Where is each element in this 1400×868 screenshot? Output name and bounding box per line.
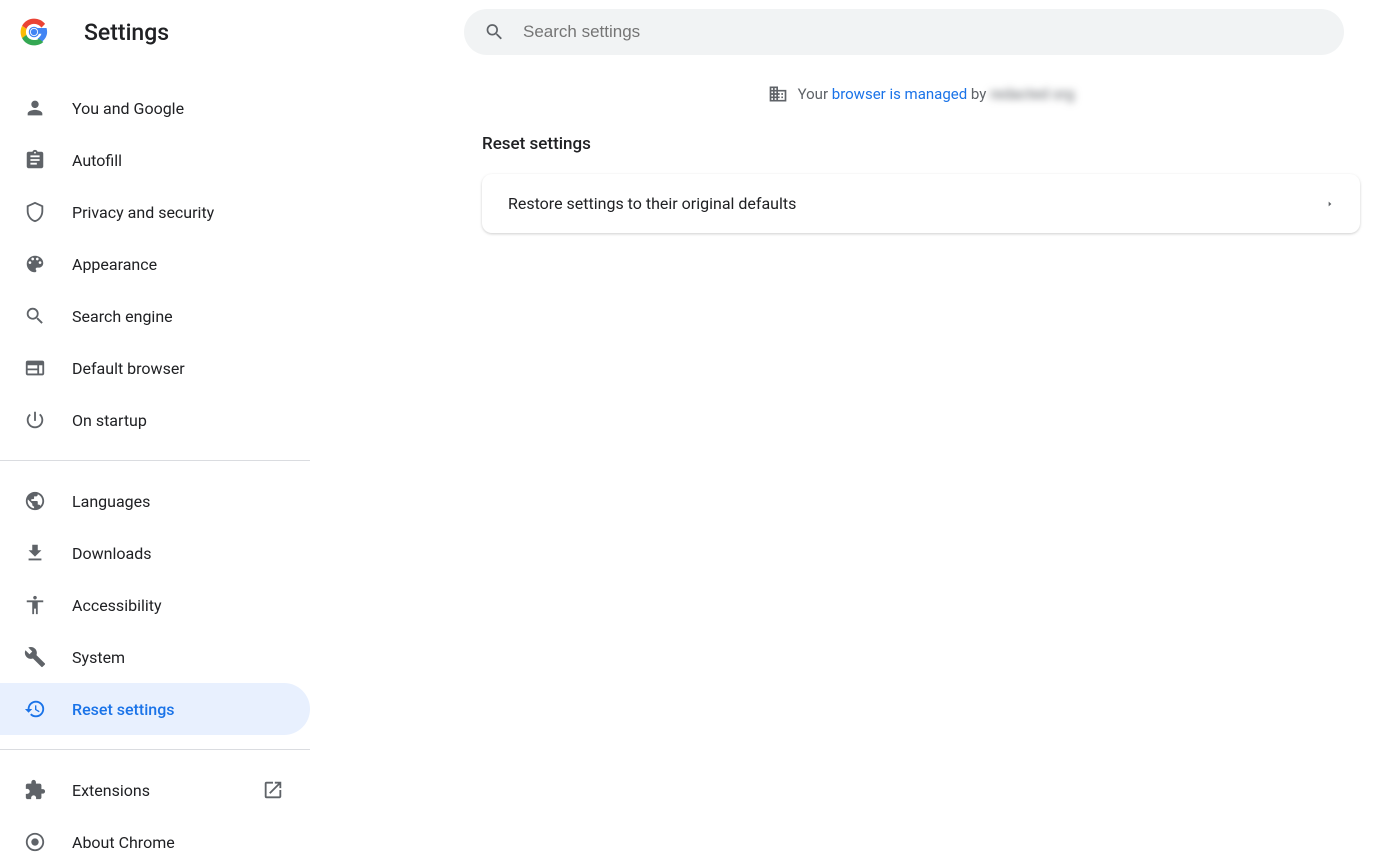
sidebar-item-label: Appearance xyxy=(72,255,157,274)
managed-org: redacted org xyxy=(990,85,1074,103)
palette-icon xyxy=(24,253,46,275)
sidebar-item-label: Languages xyxy=(72,492,150,511)
sidebar-item-default-browser[interactable]: Default browser xyxy=(0,342,310,394)
organization-icon xyxy=(768,84,788,104)
globe-icon xyxy=(24,490,46,512)
reset-icon xyxy=(24,698,46,720)
sidebar-item-label: Search engine xyxy=(72,307,173,326)
download-icon xyxy=(24,542,46,564)
search-icon xyxy=(24,305,46,327)
managed-prefix: Your xyxy=(798,85,832,103)
sidebar-item-autofill[interactable]: Autofill xyxy=(0,134,310,186)
sidebar-item-system[interactable]: System xyxy=(0,631,310,683)
sidebar-item-about-chrome[interactable]: About Chrome xyxy=(0,816,310,868)
accessibility-icon xyxy=(24,594,46,616)
sidebar-item-appearance[interactable]: Appearance xyxy=(0,238,310,290)
managed-link[interactable]: browser is managed xyxy=(832,85,967,103)
sidebar-item-label: Default browser xyxy=(72,359,185,378)
page-title: Settings xyxy=(84,19,464,46)
search-icon xyxy=(484,21,505,43)
reset-card: Restore settings to their original defau… xyxy=(482,174,1360,233)
sidebar-divider xyxy=(0,460,310,461)
search-container xyxy=(464,9,1344,55)
sidebar-item-label: System xyxy=(72,648,125,667)
managed-text: Your browser is managed by redacted org xyxy=(798,85,1075,103)
sidebar-item-label: Extensions xyxy=(72,781,150,800)
main: Your browser is managed by redacted org … xyxy=(310,64,1400,867)
sidebar-item-label: Privacy and security xyxy=(72,203,214,222)
header: Settings xyxy=(0,0,1400,64)
chrome-icon xyxy=(24,831,46,853)
restore-defaults-item[interactable]: Restore settings to their original defau… xyxy=(482,174,1360,233)
managed-notice: Your browser is managed by redacted org xyxy=(482,84,1360,104)
content: You and Google Autofill Privacy and secu… xyxy=(0,64,1400,867)
managed-suffix: by xyxy=(967,85,990,103)
sidebar-item-languages[interactable]: Languages xyxy=(0,475,310,527)
sidebar-item-on-startup[interactable]: On startup xyxy=(0,394,310,446)
autofill-icon xyxy=(24,149,46,171)
sidebar-item-reset-settings[interactable]: Reset settings xyxy=(0,683,310,735)
sidebar-item-downloads[interactable]: Downloads xyxy=(0,527,310,579)
search-input[interactable] xyxy=(523,22,1324,42)
sidebar: You and Google Autofill Privacy and secu… xyxy=(0,64,310,867)
sidebar-item-extensions[interactable]: Extensions xyxy=(0,764,310,816)
sidebar-item-label: Downloads xyxy=(72,544,151,563)
sidebar-item-privacy[interactable]: Privacy and security xyxy=(0,186,310,238)
sidebar-divider xyxy=(0,749,310,750)
power-icon xyxy=(24,409,46,431)
sidebar-item-label: Reset settings xyxy=(72,700,175,719)
chrome-logo-icon xyxy=(20,18,48,46)
extension-icon xyxy=(24,779,46,801)
shield-icon xyxy=(24,201,46,223)
wrench-icon xyxy=(24,646,46,668)
sidebar-item-label: Accessibility xyxy=(72,596,162,615)
browser-icon xyxy=(24,357,46,379)
sidebar-item-search-engine[interactable]: Search engine xyxy=(0,290,310,342)
open-external-icon xyxy=(262,779,284,801)
sidebar-item-label: Autofill xyxy=(72,151,122,170)
sidebar-item-label: About Chrome xyxy=(72,833,175,852)
sidebar-item-label: On startup xyxy=(72,411,147,430)
chevron-right-icon xyxy=(1326,198,1334,210)
section-title: Reset settings xyxy=(482,134,1360,154)
sidebar-item-accessibility[interactable]: Accessibility xyxy=(0,579,310,631)
card-item-label: Restore settings to their original defau… xyxy=(508,194,796,213)
person-icon xyxy=(24,97,46,119)
sidebar-item-label: You and Google xyxy=(72,99,184,118)
sidebar-item-you-and-google[interactable]: You and Google xyxy=(0,82,310,134)
search-box[interactable] xyxy=(464,9,1344,55)
